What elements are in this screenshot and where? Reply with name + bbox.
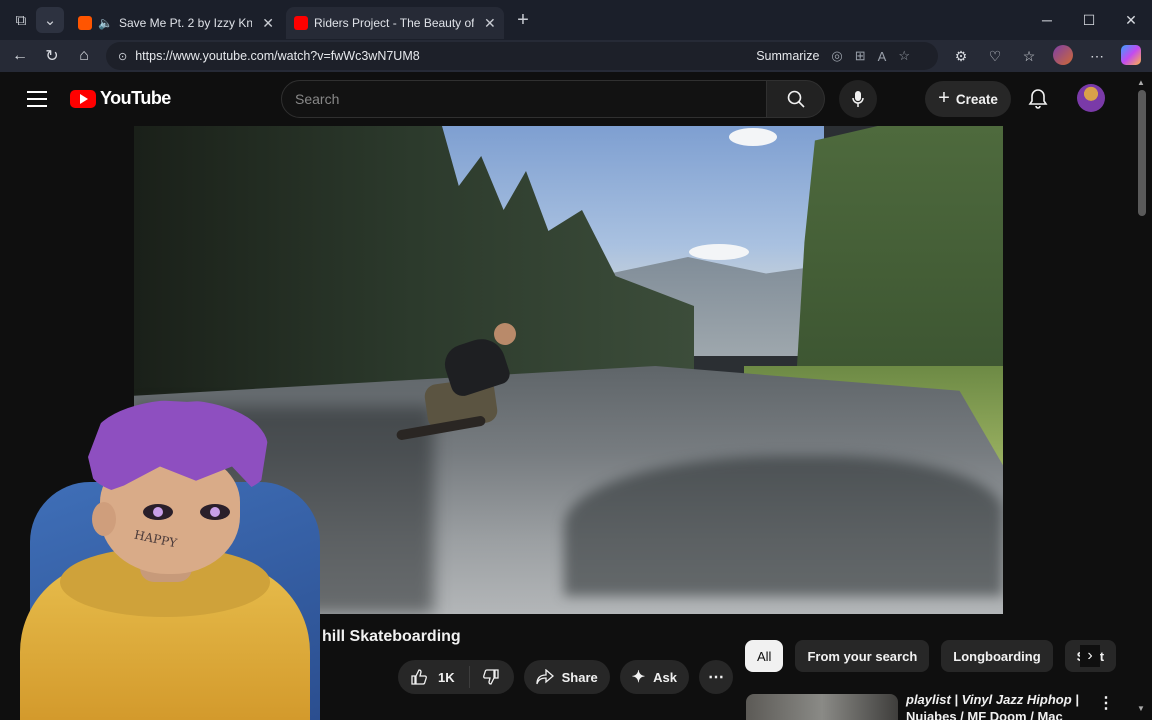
browser-tab-bar: ⧉ ⌄ 🔈 Save Me Pt. 2 by Izzy Knight ✕ Rid…: [0, 0, 1152, 40]
ask-label: Ask: [653, 669, 678, 685]
search-button[interactable]: [767, 80, 825, 118]
more-menu-icon[interactable]: ⋯: [1084, 48, 1110, 65]
skateboarder-figure: [395, 321, 536, 451]
eye: [143, 504, 173, 520]
chip-from-your-search[interactable]: From your search: [795, 640, 930, 672]
back-icon[interactable]: ←: [4, 40, 36, 72]
share-arrow-icon: [535, 669, 554, 685]
youtube-page: YouTube Search + Create ▲ ▼ HAPPY hill S…: [0, 72, 1152, 720]
refresh-icon[interactable]: ↻: [36, 40, 68, 72]
ear: [92, 502, 116, 536]
recommended-title-line: playlist | Vinyl Jazz Hiphop |: [906, 692, 1079, 707]
create-button[interactable]: + Create: [925, 81, 1011, 117]
thumbs-up-icon: [411, 669, 427, 685]
tab-youtube[interactable]: Riders Project - The Beauty of Do ✕: [286, 7, 504, 39]
recommended-title-line: Nujabes / MF Doom / Mac: [906, 709, 1063, 720]
copilot-icon[interactable]: [1118, 44, 1144, 68]
close-tab-icon[interactable]: ✕: [262, 15, 274, 32]
plus-icon: +: [938, 86, 950, 109]
menu-icon[interactable]: [24, 88, 50, 110]
chevron-right-icon[interactable]: ›: [1080, 645, 1100, 667]
youtube-favicon-icon: [294, 16, 308, 30]
video-frame-cloud: [729, 128, 777, 146]
ask-button[interactable]: ✦ Ask: [619, 660, 690, 694]
logo-text: YouTube: [100, 88, 171, 108]
copilot-page-icon[interactable]: ◎: [831, 48, 842, 64]
account-avatar[interactable]: [1077, 84, 1105, 112]
scroll-up-icon[interactable]: ▲: [1137, 78, 1145, 87]
like-button[interactable]: 1K: [398, 666, 470, 688]
url-field[interactable]: ⊙ https://www.youtube.com/watch?v=fwWc3w…: [106, 42, 938, 70]
url-text: https://www.youtube.com/watch?v=fwWc3wN7…: [135, 49, 420, 63]
favorite-star-icon[interactable]: ☆: [898, 48, 910, 64]
kebab-menu-icon[interactable]: ⋮: [1098, 693, 1114, 713]
notifications-bell-icon[interactable]: [1026, 87, 1050, 111]
close-window-icon[interactable]: ✕: [1110, 0, 1152, 40]
recommended-thumbnail[interactable]: [746, 694, 898, 720]
search-placeholder: Search: [295, 91, 340, 107]
dislike-button[interactable]: [470, 668, 514, 686]
related-filter-chips: All From your search Longboarding Skat: [745, 640, 1125, 672]
search-input[interactable]: Search: [281, 80, 767, 118]
create-label: Create: [955, 91, 998, 107]
tab-title: Save Me Pt. 2 by Izzy Knight: [118, 16, 253, 30]
thumbs-down-icon: [482, 669, 499, 685]
voice-search-button[interactable]: [839, 80, 877, 118]
browser-essentials-icon[interactable]: ♡: [982, 48, 1008, 65]
microphone-icon: [852, 91, 864, 107]
speaker-icon: 🔈: [98, 16, 113, 30]
minimize-icon[interactable]: ─: [1026, 0, 1068, 40]
tab-title: Riders Project - The Beauty of Do: [314, 16, 474, 30]
vtuber-avatar-overlay: HAPPY: [0, 392, 330, 720]
close-tab-icon[interactable]: ✕: [484, 15, 496, 32]
youtube-logo[interactable]: YouTube: [70, 88, 171, 109]
video-actions: 1K Share ✦ Ask ⋯: [398, 660, 734, 694]
scrollbar-thumb[interactable]: [1138, 90, 1146, 216]
tab-actions-chevron-icon[interactable]: ⌄: [36, 7, 64, 33]
eye: [200, 504, 230, 520]
share-label: Share: [561, 669, 598, 685]
video-frame-shadow: [564, 456, 1003, 596]
page-scrollbar[interactable]: ▲ ▼: [1132, 72, 1152, 720]
window-controls: ─ ☐ ✕: [1026, 0, 1152, 40]
soundcloud-favicon-icon: [78, 16, 92, 30]
tab-soundcloud[interactable]: 🔈 Save Me Pt. 2 by Izzy Knight ✕: [70, 7, 282, 39]
workspaces-icon[interactable]: ⧉: [6, 5, 36, 35]
app-available-icon[interactable]: ⊞: [855, 48, 866, 64]
site-info-icon[interactable]: ⊙: [118, 50, 127, 63]
favorites-icon[interactable]: ☆: [1016, 48, 1042, 65]
profile-icon[interactable]: [1050, 44, 1076, 68]
extensions-icon[interactable]: ⚙: [948, 48, 974, 65]
scroll-down-icon[interactable]: ▼: [1137, 704, 1145, 713]
video-frame-cloud: [689, 244, 749, 260]
home-icon[interactable]: ⌂: [68, 40, 100, 72]
address-bar-row: ← ↻ ⌂ ⊙ https://www.youtube.com/watch?v=…: [0, 40, 1152, 72]
maximize-icon[interactable]: ☐: [1068, 0, 1110, 40]
sparkle-icon: ✦: [631, 669, 646, 686]
address-actions: Summarize ◎ ⊞ A ☆: [756, 48, 910, 64]
chip-all[interactable]: All: [745, 640, 784, 672]
video-title: hill Skateboarding: [322, 628, 461, 645]
search-icon: [787, 90, 805, 108]
youtube-header: YouTube Search + Create: [0, 72, 1132, 126]
share-button[interactable]: Share: [523, 660, 610, 694]
recommended-title[interactable]: playlist | Vinyl Jazz Hiphop | Nujabes /…: [906, 691, 1086, 720]
like-dislike-group: 1K: [398, 660, 514, 694]
summarize-button[interactable]: Summarize: [756, 49, 819, 63]
toolbar-extensions: ⚙ ♡ ☆ ⋯: [948, 40, 1144, 72]
youtube-play-icon: [70, 89, 96, 108]
chip-longboarding[interactable]: Longboarding: [941, 640, 1053, 672]
like-count: 1K: [438, 669, 455, 685]
recommended-video[interactable]: playlist | Vinyl Jazz Hiphop | Nujabes /…: [746, 691, 1126, 720]
more-actions-icon[interactable]: ⋯: [699, 660, 734, 694]
new-tab-icon[interactable]: +: [508, 5, 538, 35]
read-aloud-icon[interactable]: A: [878, 49, 887, 64]
